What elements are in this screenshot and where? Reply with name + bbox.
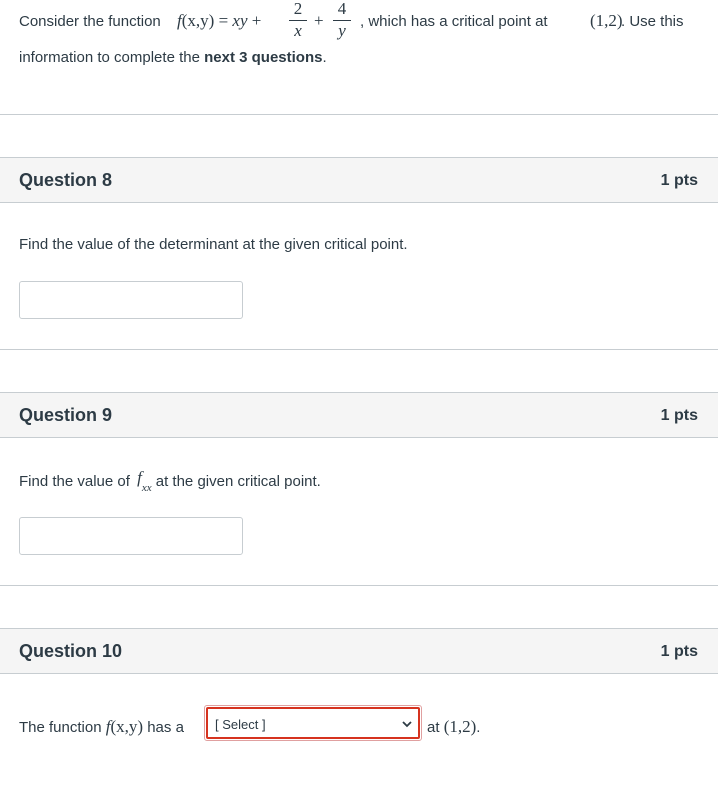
question-10-header: Question 10 1 pts — [0, 628, 718, 674]
question-9-header: Question 9 1 pts — [0, 392, 718, 438]
plus-sign: + — [314, 11, 324, 30]
divider — [0, 585, 718, 586]
fraction-2-over-x: 2x — [289, 0, 307, 40]
question-8-prompt: Find the value of the determinant at the… — [19, 236, 408, 253]
point-1-2: (1,2) — [443, 717, 477, 736]
question-10-select[interactable]: [ Select ] — [204, 705, 422, 741]
question-9-title: Question 9 — [19, 405, 113, 425]
critical-point: (1,2) — [590, 11, 623, 30]
select-value: [ Select ] — [215, 717, 266, 732]
question-9-answer-input[interactable] — [19, 517, 243, 555]
intro-use-this: . Use this — [621, 13, 684, 30]
question-10-prompt-start: The function f(x,y) has a — [19, 717, 184, 736]
question-8-title: Question 8 — [19, 170, 113, 190]
divider — [0, 349, 718, 350]
question-10-points: 1 pts — [660, 643, 698, 660]
intro-consider: Consider the function — [19, 13, 161, 30]
function-fxy: f(x,y) — [105, 717, 144, 736]
question-10-prompt-end: at (1,2). — [427, 717, 481, 736]
question-8-header: Question 8 1 pts — [0, 157, 718, 203]
intro-line-2: information to complete the next 3 quest… — [19, 49, 327, 66]
function-expression: f(x,y) = xy + — [177, 11, 262, 30]
chevron-down-icon — [402, 721, 412, 728]
f-xx: fxx — [137, 468, 152, 495]
question-8-points: 1 pts — [660, 172, 698, 189]
question-9-points: 1 pts — [660, 407, 698, 424]
question-10-title: Question 10 — [19, 641, 123, 661]
intro-critical-text: , which has a critical point at — [360, 13, 548, 30]
question-8-answer-input[interactable] — [19, 281, 243, 319]
next-questions-bold: next 3 questions — [204, 49, 323, 66]
divider — [0, 114, 718, 115]
fraction-4-over-y: 4y — [333, 0, 351, 40]
question-9-prompt: Find the value of fxx at the given criti… — [19, 468, 321, 495]
